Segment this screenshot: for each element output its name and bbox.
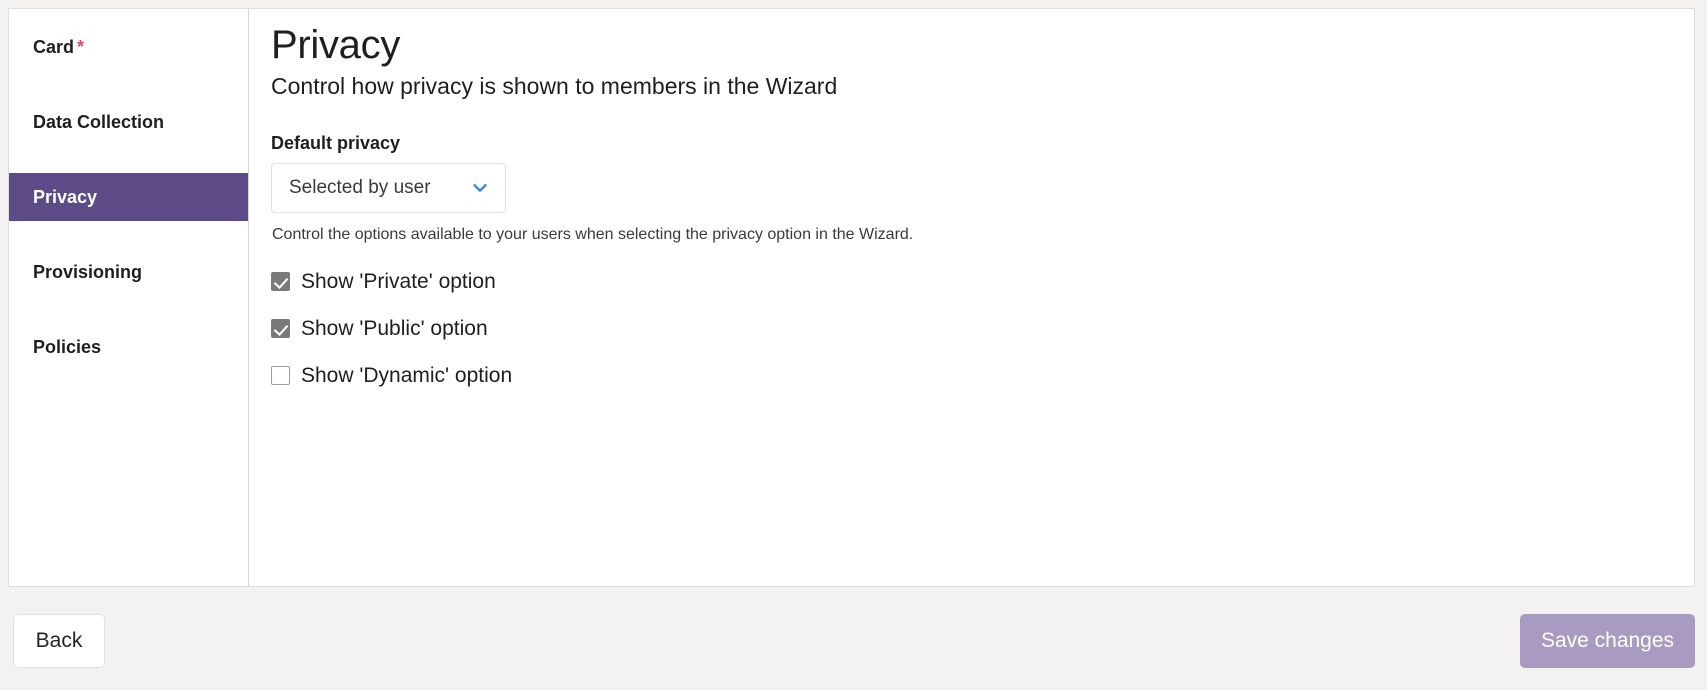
default-privacy-dropdown[interactable]: Selected by user [271,162,506,213]
settings-panel: Card * Data Collection Privacy Provisioni… [8,8,1695,587]
default-privacy-label: Default privacy [271,132,401,153]
checkbox-label-private: Show 'Private' option [301,269,496,293]
settings-sidebar: Card * Data Collection Privacy Provisioni… [9,9,249,586]
checkbox-public[interactable] [271,318,290,338]
sidebar-item-label: Provisioning [33,262,143,282]
checkbox-label-public: Show 'Public' option [301,316,488,340]
footer-bar: Back Save changes [0,588,1707,690]
default-privacy-selected-value: Selected by user [289,176,431,198]
sidebar-item-label: Privacy [33,187,98,207]
sidebar-item-card[interactable]: Card * [9,23,248,71]
checkbox-row-private[interactable]: Show 'Private' option [271,261,496,301]
save-changes-button[interactable]: Save changes [1520,614,1695,668]
back-button[interactable]: Back [13,614,105,668]
sidebar-item-label: Data Collection [33,112,165,132]
privacy-options-help-text: Control the options available to your us… [272,225,914,243]
required-asterisk: * [77,37,85,57]
privacy-settings-screen: Card * Data Collection Privacy Provisioni… [0,0,1707,690]
checkbox-row-dynamic[interactable]: Show 'Dynamic' option [271,355,512,395]
sidebar-item-policies[interactable]: Policies [9,323,248,371]
sidebar-item-label: Policies [33,337,102,357]
sidebar-item-data-collection[interactable]: Data Collection [9,98,248,146]
checkbox-row-public[interactable]: Show 'Public' option [271,308,488,348]
checkbox-label-dynamic: Show 'Dynamic' option [301,363,513,387]
page-subtitle: Control how privacy is shown to members … [271,73,838,99]
page-title: Privacy [271,23,401,67]
sidebar-item-provisioning[interactable]: Provisioning [9,248,248,296]
sidebar-item-label: Card [33,37,75,57]
sidebar-item-privacy[interactable]: Privacy [9,173,248,221]
checkbox-private[interactable] [271,271,290,291]
chevron-down-icon [471,179,489,197]
privacy-content: Privacy Control how privacy is shown to … [249,9,1694,586]
checkbox-dynamic[interactable] [271,365,290,385]
